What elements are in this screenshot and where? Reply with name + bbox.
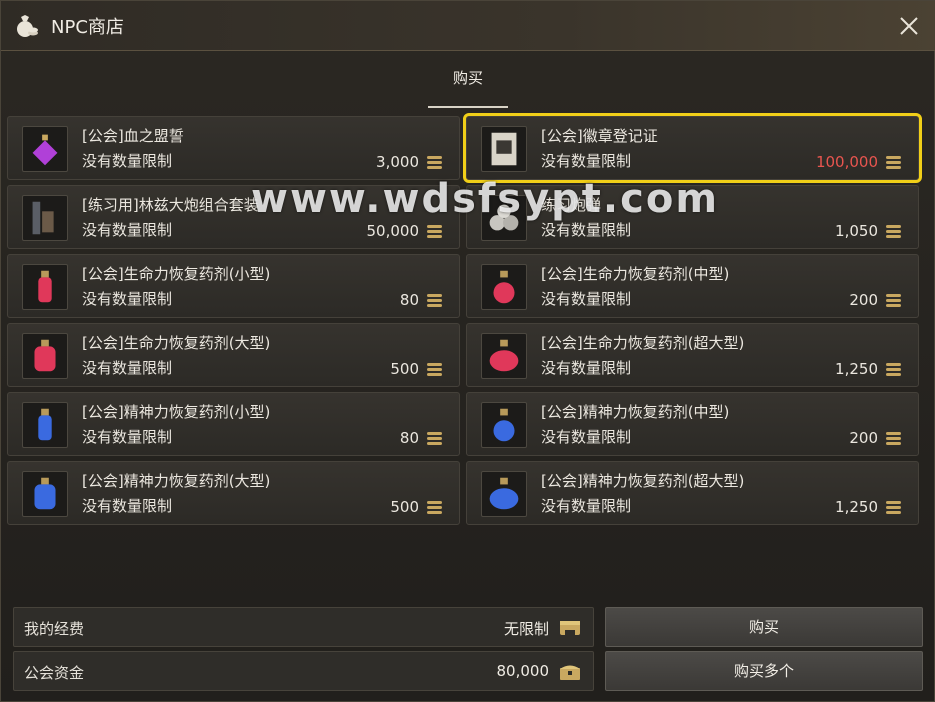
item-price: 1,250 bbox=[835, 498, 878, 516]
item-limit: 没有数量限制 bbox=[541, 359, 632, 377]
item-limit: 没有数量限制 bbox=[541, 428, 632, 446]
guild-funds-label: 公会资金 bbox=[24, 664, 85, 682]
shop-item[interactable]: [公会]精神力恢复药剂(小型) 没有数量限制 80 bbox=[7, 392, 460, 456]
blue-potion-medium-icon bbox=[481, 402, 527, 448]
item-price: 1,250 bbox=[835, 360, 878, 378]
item-limit: 没有数量限制 bbox=[541, 290, 632, 308]
buy-button[interactable]: 购买 bbox=[605, 607, 923, 647]
shop-item[interactable]: [公会]生命力恢复药剂(超大型) 没有数量限制 1,250 bbox=[466, 323, 919, 387]
guild-funds-value: 80,000 bbox=[496, 662, 550, 680]
item-price: 200 bbox=[849, 429, 878, 447]
shop-item[interactable]: [公会]精神力恢复药剂(中型) 没有数量限制 200 bbox=[466, 392, 919, 456]
coin-stack-icon bbox=[427, 363, 442, 376]
item-name: [公会]精神力恢复药剂(小型) bbox=[82, 403, 271, 421]
item-price: 80 bbox=[399, 291, 419, 309]
item-name: [公会]精神力恢复药剂(超大型) bbox=[541, 472, 745, 490]
item-name: [练习用]林兹大炮组合套装 bbox=[82, 196, 259, 214]
item-limit: 没有数量限制 bbox=[82, 290, 173, 308]
shop-item[interactable]: [公会]生命力恢复药剂(中型) 没有数量限制 200 bbox=[466, 254, 919, 318]
coin-stack-icon bbox=[427, 501, 442, 514]
item-limit: 没有数量限制 bbox=[541, 152, 632, 170]
tab-underline bbox=[428, 106, 508, 108]
buy-multiple-button[interactable]: 购买多个 bbox=[605, 651, 923, 691]
red-potion-large-icon bbox=[22, 333, 68, 379]
item-name: [公会]精神力恢复药剂(中型) bbox=[541, 403, 730, 421]
shop-item[interactable]: [公会]生命力恢复药剂(小型) 没有数量限制 80 bbox=[7, 254, 460, 318]
coin-stack-icon bbox=[886, 363, 901, 376]
my-funds-value: 无限制 bbox=[503, 620, 549, 638]
item-price: 500 bbox=[390, 360, 419, 378]
item-name: [公会]生命力恢复药剂(超大型) bbox=[541, 334, 745, 352]
item-price: 100,000 bbox=[815, 153, 878, 171]
guild-funds-row: 公会资金 80,000 bbox=[13, 651, 594, 691]
item-name: [公会]生命力恢复药剂(中型) bbox=[541, 265, 730, 283]
window-title: NPC商店 bbox=[51, 17, 124, 38]
item-limit: 没有数量限制 bbox=[82, 152, 173, 170]
shop-item[interactable]: [公会]生命力恢复药剂(大型) 没有数量限制 500 bbox=[7, 323, 460, 387]
item-price: 200 bbox=[849, 291, 878, 309]
item-name: [公会]血之盟誓 bbox=[82, 127, 184, 145]
coin-stack-icon bbox=[886, 432, 901, 445]
cannonball-icon bbox=[481, 195, 527, 241]
shop-item[interactable]: [公会]血之盟誓 没有数量限制 3,000 bbox=[7, 116, 460, 180]
item-limit: 没有数量限制 bbox=[82, 221, 173, 239]
coin-stack-icon bbox=[427, 225, 442, 238]
red-potion-medium-icon bbox=[481, 264, 527, 310]
coin-stack-icon bbox=[886, 294, 901, 307]
item-limit: 没有数量限制 bbox=[541, 221, 632, 239]
item-name: [公会]徽章登记证 bbox=[541, 127, 658, 145]
coin-stack-icon bbox=[886, 225, 901, 238]
close-icon[interactable] bbox=[896, 13, 922, 39]
red-potion-small-icon bbox=[22, 264, 68, 310]
item-price: 80 bbox=[399, 429, 419, 447]
item-limit: 没有数量限制 bbox=[82, 428, 173, 446]
item-price: 1,050 bbox=[835, 222, 878, 240]
my-funds-row: 我的经费 无限制 bbox=[13, 607, 594, 647]
coin-stack-icon bbox=[886, 156, 901, 169]
blue-potion-xlarge-icon bbox=[481, 471, 527, 517]
my-funds-label: 我的经费 bbox=[24, 620, 85, 638]
item-price: 500 bbox=[390, 498, 419, 516]
coin-stack-icon bbox=[427, 156, 442, 169]
shop-item[interactable]: [公会]徽章登记证 没有数量限制 100,000 bbox=[463, 113, 922, 183]
item-name: 练习炮弹 bbox=[541, 196, 602, 214]
coin-stack-icon bbox=[427, 294, 442, 307]
blue-potion-small-icon bbox=[22, 402, 68, 448]
shop-item[interactable]: 练习炮弹没有数量限制 1,050 bbox=[466, 185, 919, 249]
coin-stack-icon bbox=[427, 432, 442, 445]
blue-potion-large-icon bbox=[22, 471, 68, 517]
red-potion-xlarge-icon bbox=[481, 333, 527, 379]
title-bar[interactable]: NPC商店 bbox=[1, 1, 935, 51]
item-limit: 没有数量限制 bbox=[82, 359, 173, 377]
item-name: [公会]生命力恢复药剂(大型) bbox=[82, 334, 271, 352]
item-name: [公会]精神力恢复药剂(大型) bbox=[82, 472, 271, 490]
scroll-certificate-icon bbox=[481, 126, 527, 172]
shop-item[interactable]: [公会]精神力恢复药剂(大型) 没有数量限制 500 bbox=[7, 461, 460, 525]
purple-potion-icon bbox=[22, 126, 68, 172]
cannon-set-icon bbox=[22, 195, 68, 241]
money-bag-icon bbox=[17, 15, 38, 37]
shop-item[interactable]: [练习用]林兹大炮组合套装 没有数量限制 50,000 bbox=[7, 185, 460, 249]
npc-shop-window: NPC商店 购买 [公会]血之盟誓 没有数量限制 3,000 [公会]徽章登记证 没有数… bbox=[0, 0, 935, 702]
shop-item[interactable]: [公会]精神力恢复药剂(超大型) 没有数量限制 1,250 bbox=[466, 461, 919, 525]
item-price: 3,000 bbox=[376, 153, 419, 171]
tab-buy[interactable]: 购买 bbox=[428, 51, 508, 109]
coin-stack-icon bbox=[886, 501, 901, 514]
item-name: [公会]生命力恢复药剂(小型) bbox=[82, 265, 271, 283]
item-price: 50,000 bbox=[366, 222, 420, 240]
wallet-icon bbox=[560, 621, 580, 636]
item-limit: 没有数量限制 bbox=[541, 497, 632, 515]
treasure-chest-icon bbox=[560, 665, 580, 680]
item-limit: 没有数量限制 bbox=[82, 497, 173, 515]
tab-bar: 购买 bbox=[1, 51, 935, 109]
